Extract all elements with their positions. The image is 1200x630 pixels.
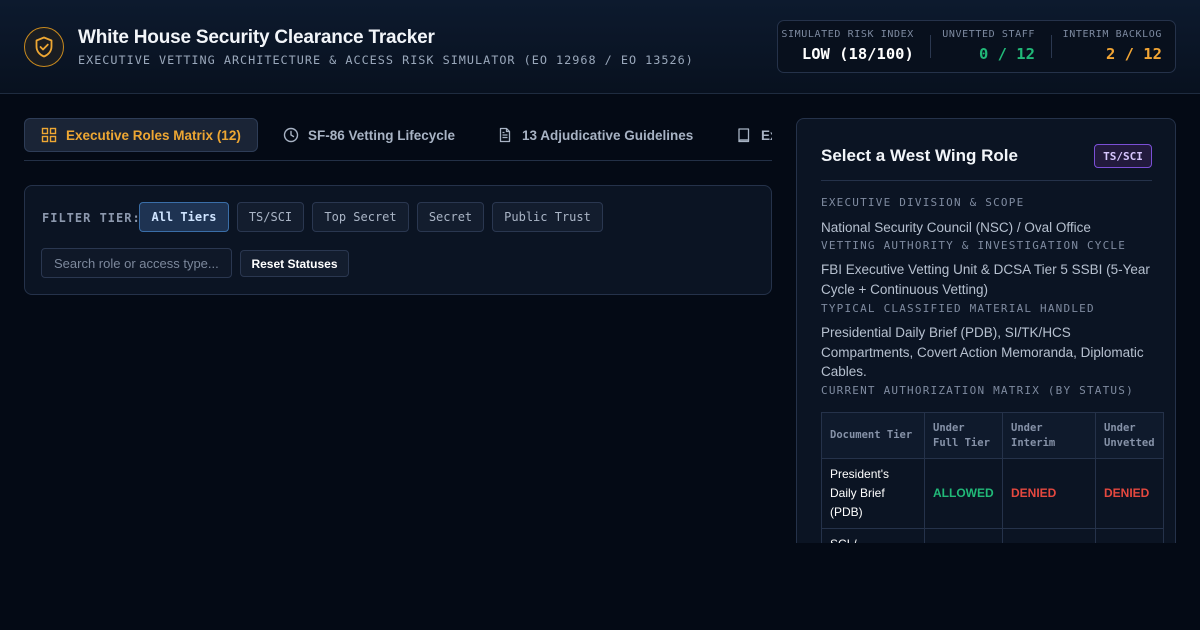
clearance-badge: TS/SCI xyxy=(1094,144,1152,168)
reset-statuses-button[interactable]: Reset Statuses xyxy=(240,250,349,277)
table-row: SCI / xyxy=(821,528,1164,543)
tab-label: Ex xyxy=(761,127,772,143)
tab-executive-roles-matrix[interactable]: Executive Roles Matrix (12) xyxy=(24,118,258,152)
filter-chip-all-tiers[interactable]: All Tiers xyxy=(139,202,229,232)
search-input[interactable] xyxy=(41,248,232,278)
tab-label: Executive Roles Matrix (12) xyxy=(66,127,241,143)
column-header: Under Full Tier xyxy=(924,412,1003,459)
column-header: Under Interim xyxy=(1002,412,1096,459)
grid-icon xyxy=(41,127,57,143)
access-status-cell xyxy=(1002,528,1096,543)
divider xyxy=(821,180,1152,181)
filter-panel: FILTER TIER: All Tiers TS/SCI Top Secret… xyxy=(24,185,772,295)
column-header: Document Tier xyxy=(821,412,925,459)
stat-value: LOW (18/100) xyxy=(801,45,914,63)
access-status-cell: DENIED xyxy=(1002,458,1096,529)
app-title: White House Security Clearance Tracker xyxy=(78,27,435,48)
table-row: President's Daily Brief (PDB) ALLOWED DE… xyxy=(821,458,1164,529)
app-header: White House Security Clearance Tracker E… xyxy=(0,0,1200,94)
stat-label: SIMULATED RISK INDEX xyxy=(781,29,914,40)
section-value-vetting-authority: FBI Executive Vetting Unit & DCSA Tier 5… xyxy=(821,262,1150,297)
section-label-authorization-matrix: CURRENT AUTHORIZATION MATRIX (BY STATUS) xyxy=(821,384,1134,397)
access-status-cell: DENIED xyxy=(1095,458,1164,529)
role-panel-title: Select a West Wing Role xyxy=(821,146,1018,165)
stat-unvetted-staff: UNVETTED STAFF 0 / 12 xyxy=(931,21,1051,72)
stat-label: UNVETTED STAFF xyxy=(942,29,1035,40)
document-tier-cell: SCI / xyxy=(821,528,925,543)
authorization-matrix-table: Document Tier Under Full Tier Under Inte… xyxy=(821,412,1164,543)
tab-adjudicative-guidelines[interactable]: 13 Adjudicative Guidelines xyxy=(497,118,693,152)
stat-value: 0 / 12 xyxy=(978,45,1035,63)
filter-tier-label: FILTER TIER: xyxy=(42,211,141,225)
tab-sf86-vetting-lifecycle[interactable]: SF-86 Vetting Lifecycle xyxy=(283,118,455,152)
section-value-classified-material: Presidential Daily Brief (PDB), SI/TK/HC… xyxy=(821,325,1144,379)
section-label-division: EXECUTIVE DIVISION & SCOPE xyxy=(821,196,1025,209)
section-label-vetting-authority: VETTING AUTHORITY & INVESTIGATION CYCLE xyxy=(821,239,1127,252)
shield-check-icon xyxy=(24,27,64,67)
tab-label: 13 Adjudicative Guidelines xyxy=(522,127,694,143)
main-tabs: Executive Roles Matrix (12) SF-86 Vettin… xyxy=(24,118,772,161)
stat-value: 2 / 12 xyxy=(1105,45,1162,63)
filter-chip-ts-sci[interactable]: TS/SCI xyxy=(237,202,304,232)
filter-chip-top-secret[interactable]: Top Secret xyxy=(312,202,409,232)
stat-label: INTERIM BACKLOG xyxy=(1062,29,1162,40)
access-status-cell xyxy=(1095,528,1164,543)
app-subtitle: EXECUTIVE VETTING ARCHITECTURE & ACCESS … xyxy=(78,53,694,67)
filter-chip-secret[interactable]: Secret xyxy=(417,202,484,232)
stat-risk-index: SIMULATED RISK INDEX LOW (18/100) xyxy=(778,21,930,72)
book-icon xyxy=(738,128,750,143)
document-icon xyxy=(499,127,511,143)
stat-interim-backlog: INTERIM BACKLOG 2 / 12 xyxy=(1052,21,1175,72)
tab-label: SF-86 Vetting Lifecycle xyxy=(308,127,456,143)
access-status-cell: ALLOWED xyxy=(924,458,1003,529)
section-label-classified-material: TYPICAL CLASSIFIED MATERIAL HANDLED xyxy=(821,302,1095,315)
document-tier-cell: President's Daily Brief (PDB) xyxy=(821,458,925,529)
tab-ex-truncated[interactable]: Ex xyxy=(736,118,772,152)
access-status-cell xyxy=(924,528,1003,543)
clock-icon xyxy=(283,127,299,143)
stats-bar: SIMULATED RISK INDEX LOW (18/100) UNVETT… xyxy=(777,20,1176,73)
section-value-division: National Security Council (NSC) / Oval O… xyxy=(821,220,1091,235)
column-header: Under Unvetted xyxy=(1095,412,1164,459)
filter-chip-public-trust[interactable]: Public Trust xyxy=(492,202,603,232)
role-detail-panel: Select a West Wing Role TS/SCI EXECUTIVE… xyxy=(796,118,1176,543)
